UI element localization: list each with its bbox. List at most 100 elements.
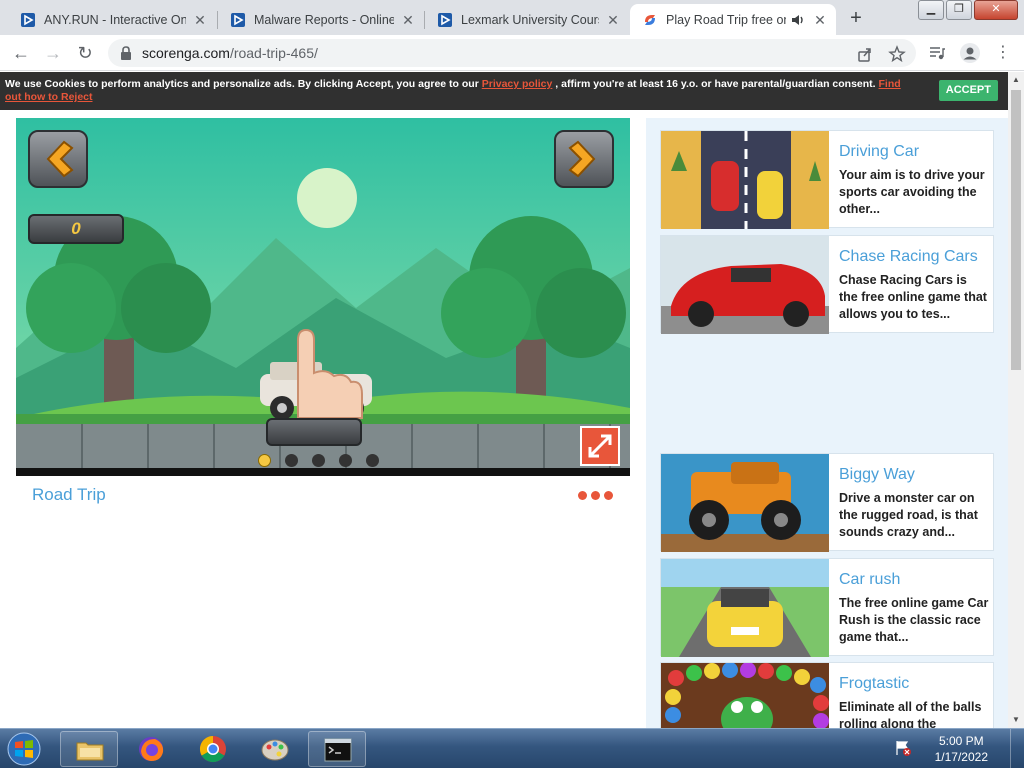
share-icon[interactable] xyxy=(856,45,874,63)
anyrun-icon xyxy=(21,12,35,27)
tab-strip: ANY.RUN - Interactive Onli ✕ Malware Rep… xyxy=(0,0,1024,35)
scroll-down-icon[interactable]: ▼ xyxy=(1008,712,1024,728)
game-card-frogtastic[interactable]: Frogtastic Eliminate all of the balls ro… xyxy=(660,662,994,728)
level-dot[interactable] xyxy=(339,454,352,467)
taskbar-paint[interactable] xyxy=(246,731,304,767)
address-bar[interactable]: scorenga.com/road-trip-465/ xyxy=(108,39,916,67)
taskbar-cmd[interactable] xyxy=(308,731,366,767)
level-dots xyxy=(258,454,379,467)
menu-kebab-icon[interactable]: ⋮ xyxy=(990,40,1016,66)
score-value: 0 xyxy=(71,219,81,238)
tab-title: ANY.RUN - Interactive Onli xyxy=(44,12,186,27)
close-icon[interactable]: ✕ xyxy=(400,12,416,28)
related-games-sidebar: Driving Car Your aim is to drive your sp… xyxy=(646,118,1008,728)
show-desktop-button[interactable] xyxy=(1010,729,1024,769)
media-control-icon[interactable] xyxy=(928,44,946,62)
clock-date: 1/17/2022 xyxy=(934,750,988,764)
window-close-button[interactable]: ✕ xyxy=(974,0,1018,20)
tab-lexmark[interactable]: Lexmark University Course ✕ xyxy=(425,4,629,35)
browser-toolbar: ← → ↻ scorenga.com/road-trip-465/ ⋮ xyxy=(0,35,1024,71)
taskbar-chrome[interactable] xyxy=(184,731,242,767)
level-dot[interactable] xyxy=(366,454,379,467)
prev-arrow-button[interactable] xyxy=(28,130,88,188)
next-arrow-button[interactable] xyxy=(554,130,614,188)
back-button[interactable]: ← xyxy=(8,40,34,66)
url-text[interactable]: scorenga.com/road-trip-465/ xyxy=(142,45,318,61)
card-description: The free online game Car Rush is the cla… xyxy=(839,596,989,644)
accept-button[interactable]: ACCEPT xyxy=(938,80,998,101)
fullscreen-button[interactable] xyxy=(580,426,620,466)
chrome-icon xyxy=(199,735,226,763)
cookie-banner: We use Cookies to perform analytics and … xyxy=(0,72,1008,110)
game-thumbnail[interactable] xyxy=(661,131,829,229)
start-button[interactable] xyxy=(4,731,44,767)
terminal-icon xyxy=(324,738,352,762)
folder-icon xyxy=(76,742,104,761)
chevron-left-icon xyxy=(46,140,74,178)
taskbar-clock[interactable]: 5:00 PM 1/17/2022 xyxy=(935,733,988,765)
windows-logo-icon xyxy=(7,732,41,766)
new-tab-button[interactable]: + xyxy=(842,5,870,33)
chevron-right-icon xyxy=(568,140,596,178)
tab-road-trip[interactable]: Play Road Trip free onl ✕ xyxy=(630,4,836,35)
tab-malware-reports[interactable]: Malware Reports - Online M ✕ xyxy=(218,4,424,35)
firefox-icon xyxy=(139,737,164,761)
clock-time: 5:00 PM xyxy=(938,734,984,748)
game-frame[interactable]: 0 xyxy=(16,118,630,476)
card-description: Your aim is to drive your sports car avo… xyxy=(839,168,985,216)
game-thumbnail[interactable] xyxy=(661,236,829,334)
game-card-biggy-way[interactable]: Biggy Way Drive a monster car on the rug… xyxy=(660,453,994,552)
game-thumbnail[interactable] xyxy=(661,663,829,728)
page-content: 0 Road Trip Driving Car Your aim is to d… xyxy=(0,110,1008,728)
play-button[interactable] xyxy=(266,418,362,446)
privacy-policy-link[interactable]: Privacy policy xyxy=(482,78,553,90)
scroll-up-icon[interactable]: ▲ xyxy=(1008,72,1024,88)
speaker-icon[interactable] xyxy=(790,12,806,28)
action-center-flag-icon[interactable] xyxy=(894,739,912,757)
game-thumbnail[interactable] xyxy=(661,454,829,552)
cookie-text-2: , affirm you're at least 16 y.o. or have… xyxy=(552,78,879,90)
scorenga-icon xyxy=(645,14,655,25)
tab-anyrun[interactable]: ANY.RUN - Interactive Onli ✕ xyxy=(8,4,216,35)
game-card-chase-racing-cars[interactable]: Chase Racing Cars Chase Racing Cars is t… xyxy=(660,235,994,334)
minimize-button[interactable]: ▁ xyxy=(918,0,944,20)
lock-icon[interactable] xyxy=(118,45,134,61)
reload-button[interactable]: ↻ xyxy=(72,40,98,66)
taskbar-firefox[interactable] xyxy=(122,731,180,767)
game-title[interactable]: Road Trip xyxy=(32,485,106,505)
close-icon[interactable]: ✕ xyxy=(192,12,208,28)
level-dot[interactable] xyxy=(285,454,298,467)
expand-icon xyxy=(588,434,612,458)
taskbar-explorer[interactable] xyxy=(60,731,118,767)
level-dot-active[interactable] xyxy=(258,454,271,467)
game-thumbnail[interactable] xyxy=(661,559,829,657)
game-card-driving-car[interactable]: Driving Car Your aim is to drive your sp… xyxy=(660,130,994,229)
maximize-button[interactable]: ❐ xyxy=(946,0,972,20)
more-options-icon[interactable] xyxy=(578,491,613,500)
profile-avatar-icon[interactable] xyxy=(960,43,980,63)
url-host: scorenga.com xyxy=(142,45,230,61)
card-title[interactable]: Frogtastic xyxy=(839,675,909,693)
card-title[interactable]: Car rush xyxy=(839,571,900,589)
level-dot[interactable] xyxy=(312,454,325,467)
page-scrollbar[interactable]: ▲ ▼ xyxy=(1008,72,1024,728)
game-card-car-rush[interactable]: Car rush The free online game Car Rush i… xyxy=(660,558,994,657)
card-description: Eliminate all of the balls rolling along… xyxy=(839,700,982,728)
star-icon[interactable] xyxy=(888,45,906,63)
windows-taskbar: 5:00 PM 1/17/2022 xyxy=(0,728,1024,769)
card-title[interactable]: Biggy Way xyxy=(839,466,915,484)
card-title[interactable]: Chase Racing Cars xyxy=(839,248,978,266)
tab-title: Lexmark University Course xyxy=(461,12,599,27)
score-display: 0 xyxy=(28,214,124,244)
window-controls: ▁ ❐ ✕ xyxy=(918,0,1024,22)
close-icon[interactable]: ✕ xyxy=(812,12,828,28)
anyrun-icon xyxy=(438,12,452,27)
tab-title: Malware Reports - Online M xyxy=(254,12,394,27)
card-title[interactable]: Driving Car xyxy=(839,143,919,161)
card-description: Chase Racing Cars is the free online gam… xyxy=(839,273,987,321)
forward-button[interactable]: → xyxy=(40,40,66,66)
scrollbar-thumb[interactable] xyxy=(1011,90,1021,370)
paint-palette-icon xyxy=(261,739,289,761)
close-icon[interactable]: ✕ xyxy=(605,12,621,28)
system-tray: 5:00 PM 1/17/2022 xyxy=(894,729,1024,769)
